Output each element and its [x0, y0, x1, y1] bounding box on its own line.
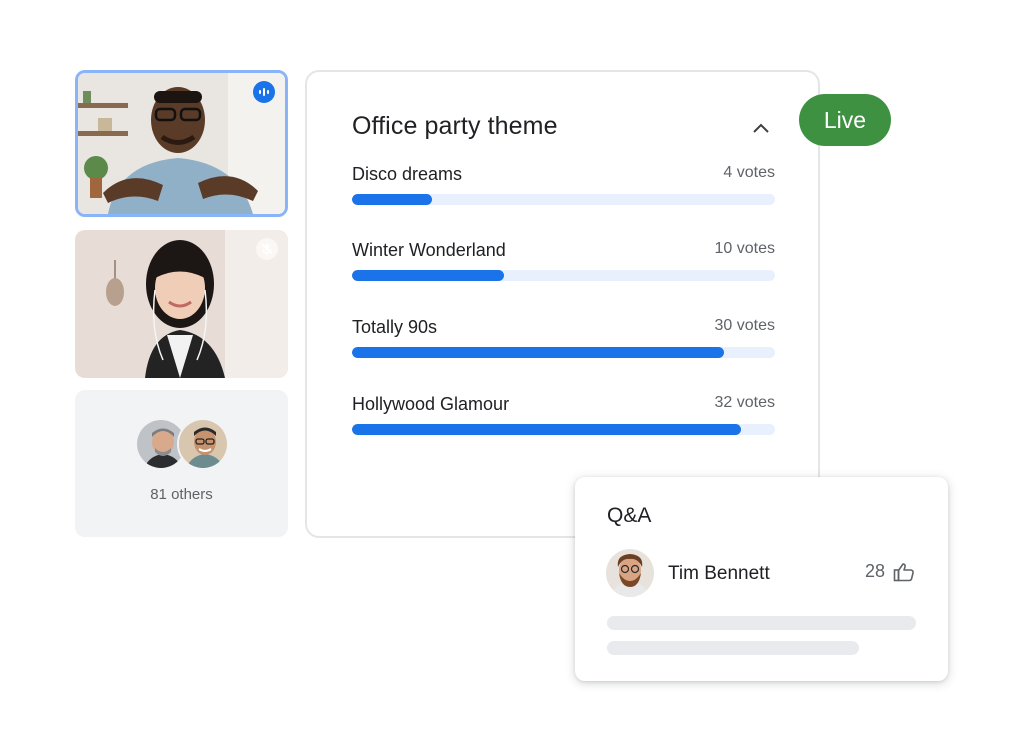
- mic-off-icon: [261, 243, 273, 255]
- collapse-poll-button[interactable]: [747, 114, 775, 142]
- question-author: Tim Bennett: [668, 563, 770, 584]
- avatar: [606, 549, 654, 597]
- participant-tile-speaking[interactable]: [75, 70, 288, 217]
- avatar: [177, 418, 229, 470]
- poll-option-label: Winter Wonderland: [352, 240, 506, 260]
- placeholder-line: [607, 616, 916, 630]
- others-tile[interactable]: 81 others: [75, 390, 288, 537]
- poll-option-bar: [352, 194, 775, 205]
- poll-option-bar: [352, 347, 775, 358]
- upvote-button[interactable]: 28: [865, 561, 915, 582]
- speaking-indicator: [253, 81, 275, 103]
- poll-option-label: Disco dreams: [352, 164, 463, 184]
- poll-card: Office party theme Disco dreams 4 votes …: [305, 70, 820, 538]
- qa-card: Q&A Tim Bennett 28: [575, 477, 948, 681]
- audio-level-icon: [259, 88, 269, 96]
- poll-option-label: Hollywood Glamour: [352, 394, 510, 414]
- poll-option-bar-fill: [352, 270, 505, 281]
- others-count: 81 others: [150, 486, 213, 503]
- poll-option-bar: [352, 270, 775, 281]
- poll-title: Office party theme: [352, 112, 558, 140]
- poll-option-label: Totally 90s: [352, 317, 438, 337]
- placeholder-line: [607, 641, 859, 655]
- thumbs-up-icon: [893, 562, 914, 581]
- upvote-count: 28: [864, 561, 885, 581]
- poll-option-votes: 10 votes: [714, 240, 775, 257]
- poll-option-votes: 4 votes: [723, 164, 775, 181]
- poll-option-bar: [352, 424, 775, 435]
- live-status-badge: Live: [799, 94, 891, 146]
- others-avatar-group: [135, 418, 229, 470]
- meeting-activities-view: 81 others Office party theme Disco dream…: [0, 0, 1024, 749]
- qa-title: Q&A: [607, 504, 652, 527]
- poll-option-bar-fill: [352, 424, 742, 435]
- participant-tile[interactable]: [75, 230, 288, 378]
- poll-option-bar-fill: [352, 347, 725, 358]
- poll-option-bar-fill: [352, 194, 433, 205]
- poll-option-votes: 30 votes: [714, 317, 775, 334]
- muted-indicator: [256, 238, 278, 260]
- poll-option-votes: 32 votes: [714, 394, 775, 411]
- chevron-up-icon: [753, 123, 769, 133]
